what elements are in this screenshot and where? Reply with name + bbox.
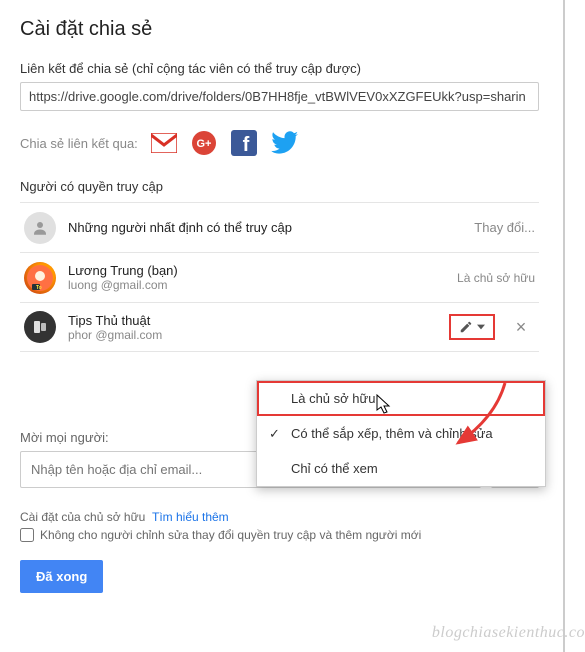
owner-name: Lương Trung (bạn) xyxy=(68,263,445,278)
access-header: Người có quyền truy cập xyxy=(20,179,539,194)
access-list: Những người nhất định có thể truy cập Th… xyxy=(20,202,539,352)
done-button[interactable]: Đã xong xyxy=(20,560,103,593)
watermark: blogchiasekienthuc.co xyxy=(432,624,585,642)
google-plus-icon[interactable]: G+ xyxy=(190,129,218,157)
access-owner-row: To Lương Trung (bạn) luong @gmail.com Là… xyxy=(20,252,539,302)
owner-avatar: To xyxy=(24,262,56,294)
remove-user-button[interactable]: × xyxy=(507,313,535,341)
permission-dropdown-button[interactable] xyxy=(449,314,495,340)
caret-down-icon xyxy=(477,323,485,331)
access-summary-text: Những người nhất định có thể truy cập xyxy=(68,220,462,235)
sharing-settings-dialog: Cài đặt chia sẻ Liên kết để chia sẻ (chỉ… xyxy=(0,0,565,652)
svg-text:To: To xyxy=(36,285,42,291)
user-avatar xyxy=(24,311,56,343)
gmail-icon[interactable] xyxy=(150,129,178,157)
dropdown-item-view[interactable]: Chỉ có thể xem xyxy=(257,451,545,486)
owner-email: luong @gmail.com xyxy=(68,278,445,292)
change-access-link[interactable]: Thay đổi... xyxy=(474,220,535,235)
prevent-editors-label: Không cho người chỉnh sửa thay đổi quyền… xyxy=(40,528,421,542)
owner-settings: Cài đặt của chủ sở hữu Tìm hiểu thêm Khô… xyxy=(20,510,539,542)
dropdown-item-owner[interactable]: Là chủ sở hữu xyxy=(257,381,545,416)
permission-dropdown-menu: Là chủ sở hữu Có thể sắp xếp, thêm và ch… xyxy=(256,380,546,487)
pencil-icon xyxy=(459,320,473,334)
svg-text:G+: G+ xyxy=(196,138,211,150)
owner-settings-text: Cài đặt của chủ sở hữu xyxy=(20,510,145,524)
access-user-row: Tips Thủ thuật phor @gmail.com × xyxy=(20,302,539,352)
dropdown-item-edit[interactable]: Có thể sắp xếp, thêm và chỉnh sửa xyxy=(257,416,545,451)
prevent-editors-checkbox[interactable] xyxy=(20,528,34,542)
page-title: Cài đặt chia sẻ xyxy=(20,18,539,41)
user-name: Tips Thủ thuật xyxy=(68,313,437,328)
learn-more-link[interactable]: Tìm hiểu thêm xyxy=(152,510,229,524)
link-share-label: Liên kết để chia sẻ (chỉ cộng tác viên c… xyxy=(20,61,539,76)
owner-role-label: Là chủ sở hữu xyxy=(457,271,535,285)
svg-text:f: f xyxy=(242,134,249,156)
access-summary-row: Những người nhất định có thể truy cập Th… xyxy=(20,202,539,252)
user-email: phor @gmail.com xyxy=(68,328,437,342)
generic-user-icon xyxy=(24,212,56,244)
twitter-icon[interactable] xyxy=(270,129,298,157)
share-link-via: Chia sẻ liên kết qua: G+ f xyxy=(20,129,539,157)
facebook-icon[interactable]: f xyxy=(230,129,258,157)
share-via-label: Chia sẻ liên kết qua: xyxy=(20,136,138,151)
share-link-input[interactable] xyxy=(20,82,539,111)
